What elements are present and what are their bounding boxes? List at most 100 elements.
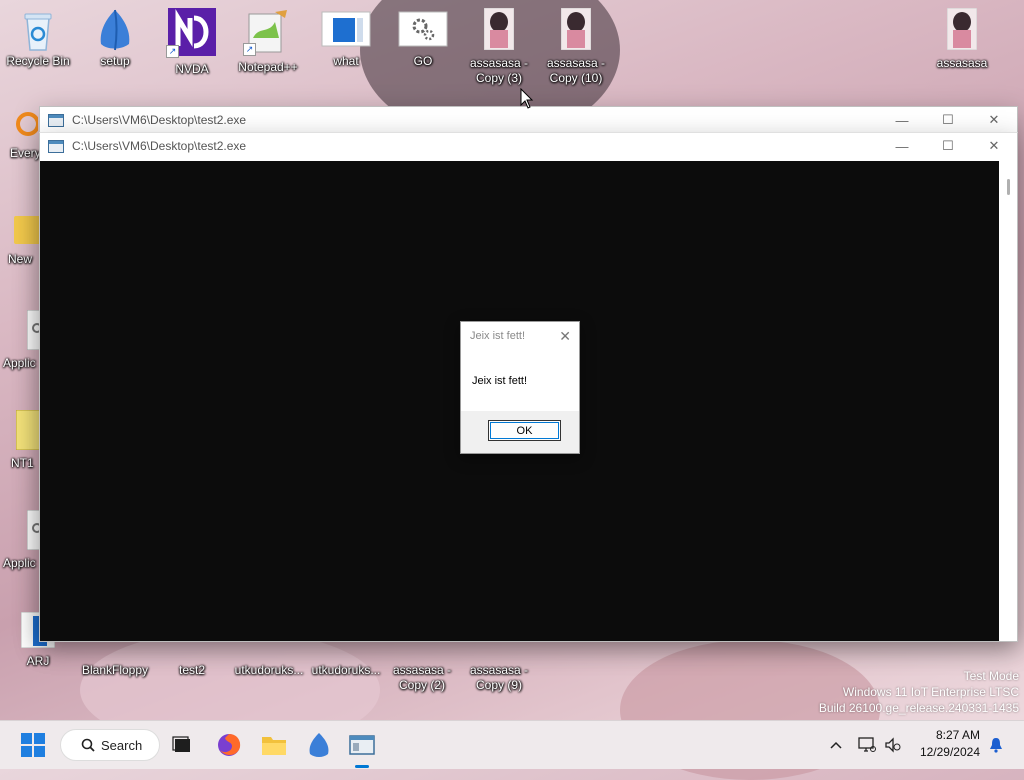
- desktop-icon-label: setup: [100, 54, 130, 68]
- desktop-icon-label: NT1: [11, 456, 34, 470]
- console-app-icon: [349, 735, 375, 755]
- desktop-icon-test2[interactable]: test2: [155, 657, 229, 678]
- desktop-icon-assasasa[interactable]: assasasa: [925, 7, 999, 71]
- window-title: C:\Users\VM6\Desktop\test2.exe: [72, 113, 247, 127]
- notepadpp-icon: ↗: [243, 8, 291, 56]
- desktop-icon-label: Notepad++: [238, 60, 298, 74]
- desktop-icon-notepadpp[interactable]: ↗ Notepad++: [231, 8, 305, 75]
- maximize-button[interactable]: ☐: [925, 133, 971, 159]
- taskbar: Search 8:27 AM 12/29/2024: [0, 720, 1024, 769]
- message-dialog[interactable]: Jeix ist fett! ✕ Jeix ist fett! OK: [460, 321, 580, 454]
- desktop-icon-label: test2: [178, 663, 205, 677]
- desktop-icon-go[interactable]: GO: [386, 8, 460, 69]
- desktop-icon-what[interactable]: what: [309, 8, 383, 69]
- test-mode-watermark: Test Mode Windows 11 IoT Enterprise LTSC…: [819, 668, 1019, 716]
- shortcut-arrow-icon: ↗: [243, 43, 256, 56]
- desktop-icon-assasasa-copy-3[interactable]: assasasa - Copy (3): [462, 7, 536, 86]
- console-app-icon: [48, 113, 64, 127]
- console-app-icon: [48, 139, 64, 153]
- desktop-icon-utkudoruks-1[interactable]: utkudoruks...: [229, 657, 309, 678]
- recycle-bin-icon: [18, 8, 58, 51]
- desktop-icon-label: Applic: [3, 356, 36, 370]
- dialog-close-button[interactable]: ✕: [559, 328, 571, 345]
- desktop-icon-label: Recycle Bin: [6, 54, 70, 68]
- window-title: C:\Users\VM6\Desktop\test2.exe: [72, 139, 247, 153]
- mouse-cursor-icon: [520, 87, 534, 113]
- taskbar-app-console[interactable]: [347, 729, 377, 768]
- desktop-icon-label: assasasa: [936, 56, 988, 70]
- folder-icon: [262, 737, 286, 755]
- bell-icon: [990, 738, 1002, 753]
- desktop-icon-label: utkudoruks...: [311, 663, 381, 677]
- taskbar-app-file-explorer[interactable]: [259, 729, 289, 761]
- close-button[interactable]: ✕: [971, 107, 1017, 133]
- close-button[interactable]: ✕: [971, 133, 1017, 159]
- desktop-icon-recycle-bin[interactable]: Recycle Bin: [1, 8, 75, 69]
- system-clock[interactable]: 8:27 AM 12/29/2024: [920, 727, 980, 761]
- magnifier-icon: [8, 108, 40, 144]
- desktop-icon-label: NVDA: [175, 62, 209, 76]
- chevron-up-icon: [830, 741, 842, 749]
- desktop-icon-label: utkudoruks...: [234, 663, 304, 677]
- setup-icon: [309, 733, 329, 757]
- clock-date: 12/29/2024: [919, 745, 980, 759]
- desktop-icon-new-folder[interactable]: New: [0, 210, 44, 267]
- desktop-icon-label: BlankFloppy: [81, 663, 149, 677]
- show-hidden-icons-button[interactable]: [826, 729, 846, 761]
- desktop-icon-application-2[interactable]: Applic: [0, 509, 48, 571]
- desktop-icon-label: what: [333, 54, 359, 68]
- desktop-icon-label: Every: [10, 146, 41, 160]
- volume-button[interactable]: [883, 729, 903, 761]
- document-icon: [321, 8, 371, 48]
- desktop-icon-nvda[interactable]: ↗ NVDA: [155, 8, 229, 77]
- watermark-line: Windows 11 IoT Enterprise LTSC: [842, 685, 1019, 699]
- firefox-icon: [218, 734, 241, 756]
- dialog-message: Jeix ist fett!: [472, 375, 528, 387]
- desktop-icon-application-1[interactable]: Applic: [0, 309, 48, 371]
- desktop-icon-label: ARJ: [26, 654, 50, 668]
- desktop-icon-nt1[interactable]: NT1: [0, 409, 43, 471]
- desktop-icon-label: assasasa - Copy (2): [392, 663, 452, 692]
- image-thumbnail-icon: [946, 7, 978, 51]
- task-view-icon: [172, 736, 190, 752]
- shortcut-arrow-icon: ↗: [166, 45, 179, 58]
- dialog-title-bar[interactable]: Jeix ist fett! ✕: [461, 322, 579, 350]
- search-icon: [81, 738, 95, 752]
- desktop-icon-label: assasasa - Copy (3): [469, 56, 529, 85]
- notifications-button[interactable]: [986, 729, 1006, 761]
- minimize-button[interactable]: —: [879, 107, 925, 133]
- desktop-icon-label: Applic: [3, 556, 36, 570]
- vertical-scrollbar[interactable]: [1007, 179, 1010, 195]
- desktop-icon-assasasa-copy-9[interactable]: assasasa - Copy (9): [462, 657, 536, 693]
- window-title-bar[interactable]: C:\Users\VM6\Desktop\test2.exe — ☐ ✕: [40, 133, 1017, 159]
- taskbar-search-box[interactable]: Search: [60, 729, 160, 761]
- gear-icon: [398, 8, 448, 48]
- desktop-icon-label: New: [8, 252, 33, 266]
- network-icon: [858, 737, 876, 752]
- nvda-icon: ↗: [166, 8, 216, 58]
- desktop-icon-assasasa-copy-2[interactable]: assasasa - Copy (2): [385, 657, 459, 693]
- taskbar-app-firefox[interactable]: [214, 729, 244, 761]
- windows-logo-icon: [21, 733, 45, 757]
- taskbar-app-setup[interactable]: [304, 729, 334, 761]
- ok-button[interactable]: OK: [488, 420, 561, 441]
- desktop-icon-blankfloppy[interactable]: BlankFloppy: [78, 657, 152, 678]
- desktop-icon-everything[interactable]: Every: [0, 108, 41, 161]
- desktop-icon-setup[interactable]: setup: [78, 8, 152, 69]
- desktop-icon-label: assasasa - Copy (9): [469, 663, 529, 692]
- desktop-icon-utkudoruks-2[interactable]: utkudoruks...: [306, 657, 386, 678]
- task-view-button[interactable]: [168, 729, 196, 761]
- minimize-button[interactable]: —: [879, 133, 925, 159]
- desktop-icon-label: GO: [413, 54, 433, 68]
- start-button[interactable]: [16, 729, 50, 761]
- watermark-line: Test Mode: [963, 669, 1019, 683]
- search-label: Search: [101, 737, 143, 753]
- clock-time: 8:27 AM: [935, 728, 980, 742]
- desktop-icon-assasasa-copy-10[interactable]: assasasa - Copy (10): [539, 7, 613, 86]
- setup-icon: [95, 8, 135, 51]
- speaker-muted-icon: [885, 737, 901, 753]
- network-status-button[interactable]: [857, 729, 877, 761]
- image-thumbnail-icon: [483, 7, 515, 51]
- maximize-button[interactable]: ☐: [925, 107, 971, 133]
- desktop-icon-label: assasasa - Copy (10): [546, 56, 606, 85]
